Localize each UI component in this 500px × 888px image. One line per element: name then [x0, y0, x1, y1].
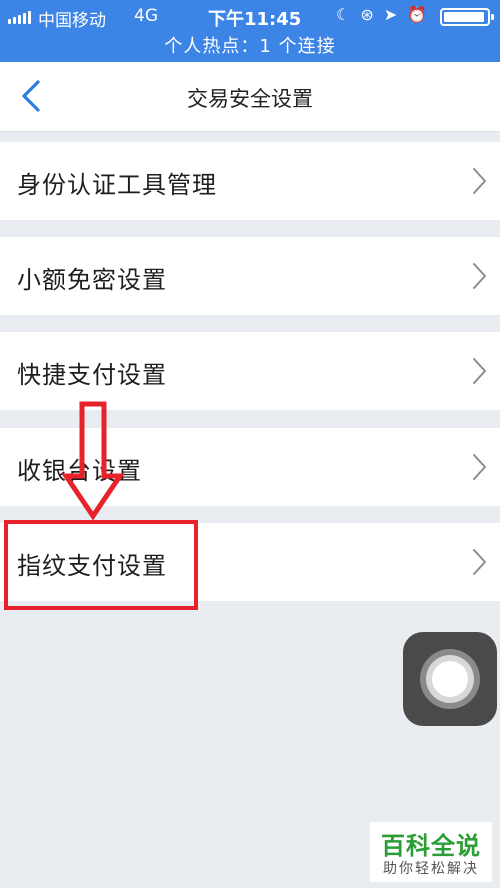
- settings-item-label: 快捷支付设置: [17, 361, 167, 389]
- navigation-bar: 交易安全设置: [0, 62, 500, 132]
- chevron-right-icon: [473, 358, 486, 384]
- assistive-touch-button[interactable]: [403, 632, 497, 726]
- chevron-right-icon: [473, 263, 486, 289]
- signal-strength-icon: [8, 10, 31, 24]
- page-title: 交易安全设置: [187, 87, 313, 111]
- carrier-name: 中国移动: [38, 11, 106, 31]
- settings-item-label: 小额免密设置: [17, 266, 167, 294]
- battery-icon: [440, 8, 494, 26]
- chevron-right-icon: [473, 454, 486, 480]
- status-bar: 中国移动 4G 下午11:45 ☾ ⊛ ➤ ⏰ 个人热点：1 个连接: [0, 0, 500, 62]
- location-icon: ➤: [383, 5, 398, 24]
- moon-icon: ☾: [336, 5, 351, 24]
- annotation-highlight-box: [4, 520, 198, 610]
- chevron-right-icon: [473, 549, 486, 575]
- watermark-subtitle: 助你轻松解决: [383, 861, 479, 877]
- annotation-down-arrow-icon: [62, 401, 125, 521]
- chevron-right-icon: [473, 168, 486, 194]
- hotspot-banner[interactable]: 个人热点：1 个连接: [0, 32, 500, 58]
- settings-item-quick-pay[interactable]: 快捷支付设置: [0, 332, 500, 410]
- watermark-title: 百科全说: [381, 832, 481, 860]
- status-time: 下午11:45: [208, 9, 302, 30]
- watermark-logo: 百科全说 助你轻松解决: [370, 822, 492, 882]
- alarm-icon: ⏰: [407, 5, 428, 24]
- settings-item-label: 身份认证工具管理: [17, 171, 217, 199]
- rotation-lock-icon: ⊛: [360, 5, 374, 24]
- settings-item-identity-tools[interactable]: 身份认证工具管理: [0, 142, 500, 220]
- network-type: 4G: [134, 6, 158, 26]
- settings-item-small-password-free[interactable]: 小额免密设置: [0, 237, 500, 315]
